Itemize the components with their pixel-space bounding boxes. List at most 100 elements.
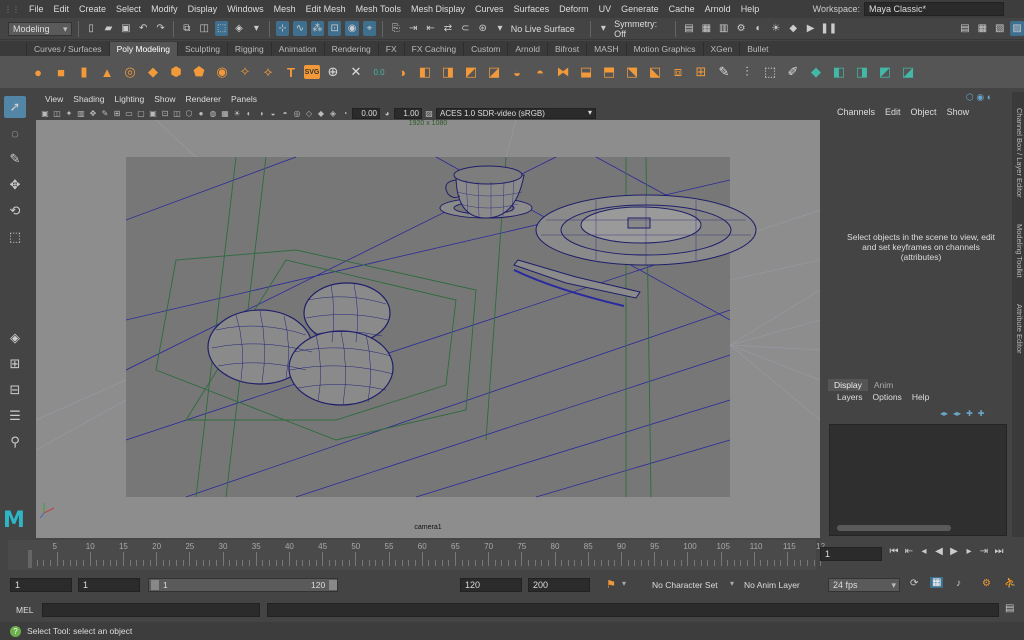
shelf-tab-bullet[interactable]: Bullet bbox=[739, 42, 775, 56]
resolution-gate-icon[interactable]: ▢ bbox=[136, 108, 146, 118]
current-time-marker[interactable] bbox=[28, 550, 32, 568]
boolean-diff-icon[interactable]: ◪ bbox=[484, 62, 504, 82]
smooth-shade-icon[interactable]: ● bbox=[196, 108, 206, 118]
viewport-menu-lighting[interactable]: Lighting bbox=[109, 94, 149, 104]
grease-pencil-icon[interactable]: ✎ bbox=[100, 108, 110, 118]
input-ops-icon[interactable]: ⇥ bbox=[406, 21, 419, 36]
move-layer-down-icon[interactable]: ◂▸ bbox=[953, 409, 961, 418]
tab-modeling-toolkit[interactable]: Modeling Toolkit bbox=[1012, 216, 1024, 286]
menu-arnold[interactable]: Arnold bbox=[700, 4, 736, 14]
anim-layer-label[interactable]: No Anim Layer bbox=[744, 580, 800, 590]
open-scene-icon[interactable]: ▰ bbox=[102, 21, 115, 36]
viewport-menu-panels[interactable]: Panels bbox=[226, 94, 262, 104]
mel-input[interactable] bbox=[42, 603, 260, 617]
cache-playback-icon[interactable]: ▦ bbox=[930, 577, 944, 588]
menu-modify[interactable]: Modify bbox=[146, 4, 183, 14]
menu-select[interactable]: Select bbox=[111, 4, 146, 14]
shelf-tab-custom[interactable]: Custom bbox=[463, 42, 507, 56]
new-empty-layer-icon[interactable]: ✚ bbox=[966, 409, 973, 418]
menu-cache[interactable]: Cache bbox=[664, 4, 700, 14]
attribute-editor-toggle-icon[interactable]: ▦ bbox=[976, 21, 989, 36]
light-editor-icon[interactable]: ☀ bbox=[769, 21, 782, 36]
workspace-dropdown[interactable]: Maya Classic* bbox=[864, 2, 1004, 16]
safe-action-icon[interactable]: ◫ bbox=[172, 108, 182, 118]
snap-view-icon[interactable]: ⊡ bbox=[328, 21, 342, 36]
uv-cylindrical-icon[interactable]: ◧ bbox=[829, 62, 849, 82]
platonic-solid-icon[interactable]: ⬟ bbox=[189, 62, 209, 82]
channel-box-toggle-icon[interactable]: ▨ bbox=[1010, 21, 1024, 36]
shelf-tab-mash[interactable]: MASH bbox=[586, 42, 626, 56]
menu-mesh-display[interactable]: Mesh Display bbox=[406, 4, 470, 14]
merge-icon[interactable]: ⊞ bbox=[691, 62, 711, 82]
viewport-3d[interactable]: 1920 x 1080 camera1 bbox=[36, 120, 820, 538]
pick-mask-icon[interactable]: ◈ bbox=[232, 21, 245, 36]
live-surface-dropdown-icon[interactable]: ▾ bbox=[493, 21, 506, 36]
svg-tool-icon[interactable]: SVG bbox=[304, 65, 320, 79]
menu-edit[interactable]: Edit bbox=[49, 4, 75, 14]
paint-select-tool-icon[interactable]: ✎ bbox=[4, 148, 26, 170]
modeling-toolkit-toggle-icon[interactable]: ▤ bbox=[958, 21, 971, 36]
wireframe-icon[interactable]: ⬡ bbox=[184, 108, 194, 118]
boolean-union-icon[interactable]: ◩ bbox=[461, 62, 481, 82]
film-gate-icon[interactable]: ▭ bbox=[124, 108, 134, 118]
playback-start-field[interactable]: 1 bbox=[78, 578, 140, 592]
snap-vertex-icon[interactable]: ⌖ bbox=[362, 21, 377, 36]
object-transform-icon[interactable]: ⊕ bbox=[323, 62, 343, 82]
live-surface-label[interactable]: No Live Surface bbox=[511, 24, 584, 34]
snap-point-icon[interactable]: ⁂ bbox=[310, 21, 325, 36]
viewport-menu-shading[interactable]: Shading bbox=[68, 94, 109, 104]
render-view-icon[interactable]: ▦ bbox=[700, 21, 713, 36]
mel-label[interactable]: MEL bbox=[16, 605, 33, 615]
go-to-end-icon[interactable]: ⏭ bbox=[993, 546, 1005, 557]
shelf-tab-arnold[interactable]: Arnold bbox=[507, 42, 547, 56]
shelf-tab-sculpting[interactable]: Sculpting bbox=[176, 42, 227, 56]
range-end-handle[interactable] bbox=[329, 580, 337, 590]
undo-icon[interactable]: ↶ bbox=[137, 21, 150, 36]
camera-select-icon[interactable]: ▣ bbox=[40, 108, 50, 118]
textured-icon[interactable]: ▦ bbox=[220, 108, 230, 118]
motion-blur-icon[interactable]: ◒ bbox=[268, 108, 278, 118]
snap-curve-icon[interactable]: ∿ bbox=[293, 21, 307, 36]
gamma-field[interactable]: 1.00 bbox=[394, 107, 422, 119]
viewport-menu-renderer[interactable]: Renderer bbox=[181, 94, 226, 104]
ipr-icon[interactable]: ▥ bbox=[717, 21, 730, 36]
two-view-icon[interactable]: ⊟ bbox=[4, 379, 26, 401]
poly-cylinder-icon[interactable]: ▮ bbox=[74, 62, 94, 82]
2d-pan-icon[interactable]: ✥ bbox=[88, 108, 98, 118]
step-back-key-icon[interactable]: ⇤ bbox=[903, 546, 915, 557]
center-pivot-icon[interactable]: ✕ bbox=[346, 62, 366, 82]
type-tool-icon[interactable]: T bbox=[281, 62, 301, 82]
tab-attribute-editor[interactable]: Attribute Editor bbox=[1012, 294, 1024, 364]
super-shape-icon[interactable]: ✧ bbox=[235, 62, 255, 82]
live-icon[interactable]: ⊛ bbox=[476, 21, 489, 36]
fps-dropdown[interactable]: 24 fps bbox=[828, 578, 900, 592]
menu-generate[interactable]: Generate bbox=[616, 4, 664, 14]
layer-menu-options[interactable]: Options bbox=[868, 392, 907, 404]
move-layer-up-icon[interactable]: ◂▸ bbox=[940, 409, 948, 418]
poly-disc-icon[interactable]: ⬢ bbox=[166, 62, 186, 82]
menu-help[interactable]: Help bbox=[736, 4, 765, 14]
move-tool-icon[interactable]: ✥ bbox=[4, 174, 26, 196]
auto-key-icon[interactable]: ⚑ bbox=[606, 578, 616, 591]
shelf-tab-bifrost[interactable]: Bifrost bbox=[546, 42, 586, 56]
gate-mask-icon[interactable]: ▣ bbox=[148, 108, 158, 118]
anim-end-field[interactable]: 200 bbox=[528, 578, 590, 592]
layer-list[interactable] bbox=[829, 424, 1007, 536]
menu-surfaces[interactable]: Surfaces bbox=[509, 4, 555, 14]
poly-plane-icon[interactable]: ◆ bbox=[143, 62, 163, 82]
measure-icon[interactable]: 0.0 bbox=[369, 62, 389, 82]
save-scene-icon[interactable]: ▣ bbox=[119, 21, 132, 36]
bevel-icon[interactable]: ⬔ bbox=[622, 62, 642, 82]
insert-edgeloop-icon[interactable]: ⫶ bbox=[737, 62, 757, 82]
menu-edit-mesh[interactable]: Edit Mesh bbox=[301, 4, 351, 14]
menu-curves[interactable]: Curves bbox=[470, 4, 509, 14]
playback-end-field[interactable]: 120 bbox=[460, 578, 522, 592]
anim-prefs-icon[interactable]: ⚙ bbox=[982, 578, 991, 589]
single-perspective-icon[interactable]: ◈ bbox=[4, 327, 26, 349]
select-object-icon[interactable]: ◫ bbox=[198, 21, 211, 36]
exposure-field[interactable]: 0.00 bbox=[352, 107, 380, 119]
layer-list-scrollbar[interactable] bbox=[837, 525, 951, 531]
ambient-occlusion-icon[interactable]: ◑ bbox=[256, 108, 266, 118]
playblast-icon[interactable]: ▶ bbox=[804, 21, 817, 36]
channelbox-menu-object[interactable]: Object bbox=[906, 107, 942, 117]
